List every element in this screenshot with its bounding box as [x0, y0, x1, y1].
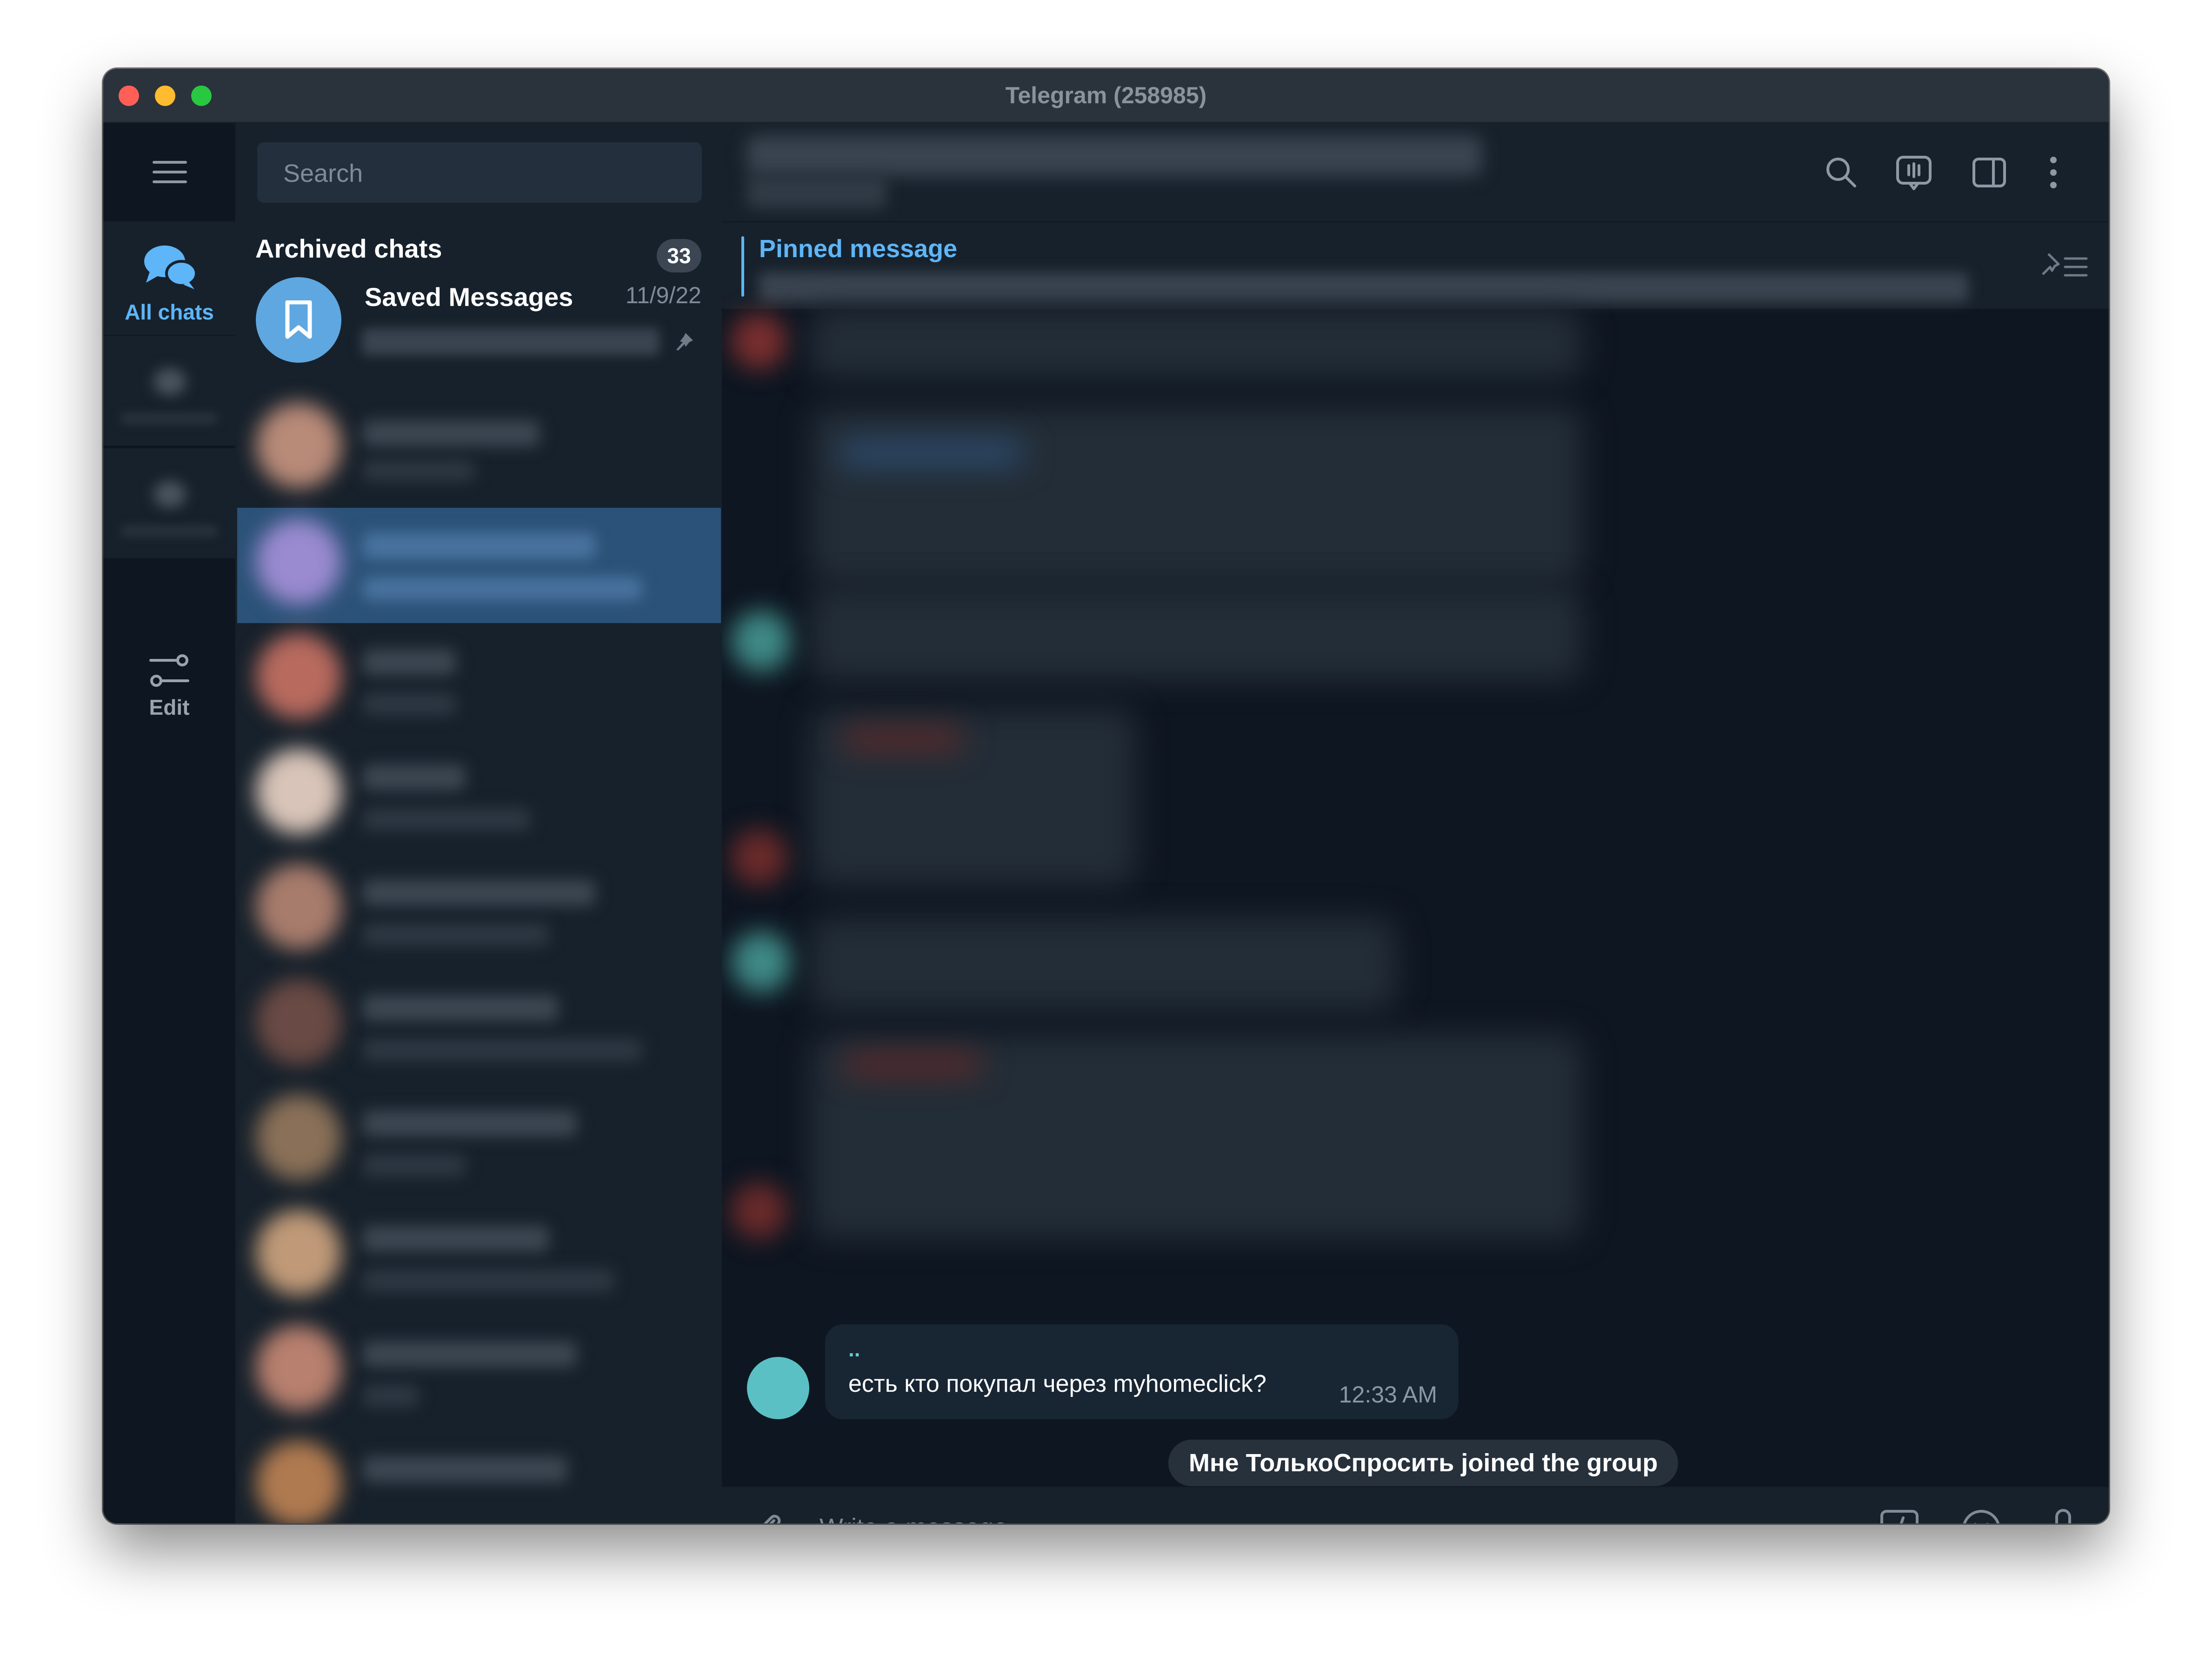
folder-icon — [153, 481, 186, 508]
sidebar-toggle-icon[interactable] — [1968, 152, 2010, 193]
chat-avatar — [256, 1325, 341, 1411]
pinned-message-bar[interactable]: Pinned message — [722, 222, 2109, 309]
main-menu-button[interactable] — [103, 123, 235, 221]
chat-list: Search Archived chats 33 Saved Messages … — [237, 123, 721, 1523]
live-stream-icon[interactable] — [1893, 152, 1935, 193]
chat-row[interactable] — [237, 854, 721, 969]
archived-count-badge: 33 — [657, 239, 701, 272]
folder-icon — [153, 368, 186, 395]
archived-chats-row[interactable]: Archived chats 33 — [237, 221, 721, 277]
chat-preview — [362, 328, 660, 355]
pin-icon — [676, 333, 693, 351]
message-input[interactable]: Write a message... — [820, 1513, 1028, 1523]
edit-folders-icon — [149, 654, 189, 687]
archived-chats-label: Archived chats — [255, 234, 442, 263]
chat-avatar — [256, 633, 341, 719]
chat-avatar — [256, 519, 341, 605]
chat-subtitle — [747, 176, 886, 208]
pinned-message-preview — [759, 272, 1968, 302]
chat-row-saved-messages[interactable]: Saved Messages 11/9/22 — [237, 277, 721, 392]
more-icon[interactable] — [2032, 152, 2074, 193]
folder-item[interactable] — [103, 336, 235, 445]
search-icon[interactable] — [1820, 152, 1862, 193]
sender-avatar[interactable] — [747, 1357, 809, 1419]
message-composer: Write a message... — [722, 1486, 2109, 1523]
microphone-icon[interactable] — [2041, 1507, 2085, 1523]
folder-item[interactable] — [103, 448, 235, 558]
chat-row[interactable] — [237, 969, 721, 1084]
bookmark-icon — [285, 300, 312, 339]
chats-icon — [144, 246, 198, 289]
saved-messages-avatar — [256, 277, 341, 363]
chat-avatar — [256, 749, 341, 834]
search-input[interactable]: Search — [257, 142, 702, 203]
message-sender[interactable]: .. — [848, 1336, 860, 1362]
window-title: Telegram (258985) — [1005, 82, 1207, 108]
chat-avatar — [256, 1095, 341, 1180]
chat-avatar — [256, 1210, 341, 1296]
chat-row[interactable] — [237, 1200, 721, 1315]
message-time: 12:33 AM — [1339, 1382, 1437, 1408]
chat-title: Saved Messages — [365, 282, 573, 312]
chat-time: 11/9/22 — [625, 282, 701, 308]
chat-title — [747, 136, 1482, 176]
pinned-indicator — [741, 236, 744, 297]
chat-avatar — [256, 979, 341, 1065]
telegram-window: Telegram (258985) All chats Edit Search … — [103, 69, 2109, 1523]
pinned-message-label: Pinned message — [759, 235, 958, 263]
message-text: есть кто покупал через myhomeclick? — [848, 1370, 1266, 1397]
conversation-pane: Pinned message .. есть кто покупал через… — [722, 123, 2109, 1523]
message-history — [722, 309, 2109, 1244]
service-message: Мне ТолькоСпросить joined the group — [1168, 1440, 1679, 1486]
chat-avatar — [256, 403, 341, 488]
chat-header[interactable] — [722, 123, 2109, 222]
chat-avatar — [256, 1441, 341, 1523]
menu-icon — [153, 161, 187, 183]
chat-row[interactable] — [237, 1084, 721, 1200]
chat-row[interactable] — [237, 623, 721, 738]
title-bar: Telegram (258985) — [103, 69, 2109, 123]
search-placeholder: Search — [283, 159, 363, 187]
message-bubble[interactable]: .. есть кто покупал через myhomeclick? 1… — [825, 1324, 1459, 1419]
folder-all-chats[interactable]: All chats — [103, 221, 235, 335]
edit-folders-label: Edit — [149, 695, 190, 719]
folders-rail: All chats Edit — [103, 123, 235, 1523]
attach-icon[interactable] — [745, 1507, 790, 1523]
chat-row-selected[interactable] — [237, 508, 721, 623]
chat-row[interactable] — [237, 738, 721, 854]
emoji-icon[interactable] — [1959, 1507, 2004, 1523]
pinned-list-icon[interactable] — [2039, 248, 2090, 286]
edit-folders-button[interactable]: Edit — [103, 569, 235, 719]
chat-row[interactable] — [237, 1315, 721, 1430]
chat-row[interactable] — [237, 1430, 721, 1523]
chat-row[interactable] — [237, 392, 721, 508]
folder-all-chats-label: All chats — [125, 300, 214, 324]
chat-avatar — [256, 864, 341, 950]
commands-icon[interactable] — [1877, 1507, 1922, 1523]
